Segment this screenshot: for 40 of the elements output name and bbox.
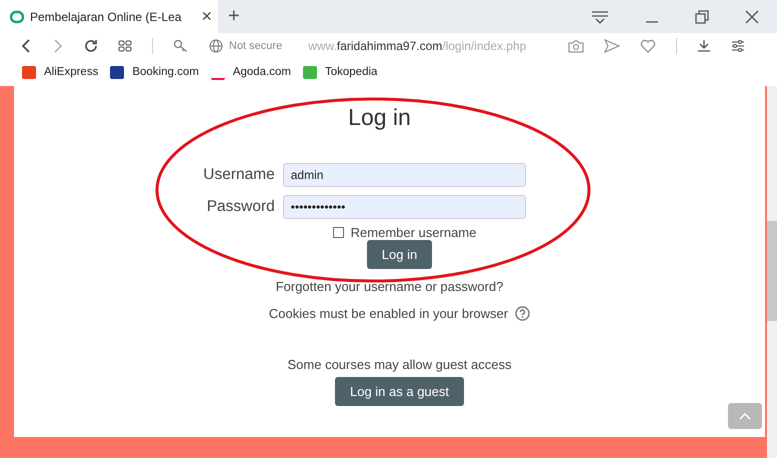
grid-icon[interactable] [118,40,132,52]
scrollbar-thumb[interactable] [767,221,777,321]
input-field[interactable]: ••••••••••••• [282,195,526,219]
reload-icon[interactable] [84,38,98,52]
scrollbar[interactable] [767,86,777,458]
address-field[interactable]: www.faridahimma97.com/login/index.php [308,38,526,52]
settings-icon[interactable] [731,38,745,52]
bookmark[interactable]: AliExpress [22,66,98,78]
new-tab-button[interactable]: + [228,5,240,28]
help-icon[interactable] [515,306,530,321]
send-icon[interactable] [604,38,620,52]
cookies-notice: Cookies must be enabled in your browser [268,306,508,321]
back-icon[interactable] [20,38,32,52]
bookmark[interactable]: Agoda.com [210,64,291,80]
bookmark[interactable]: Tokopedia [303,66,378,78]
remember-label: Remember username [350,225,476,240]
key-icon[interactable] [173,38,189,52]
guest-login-button[interactable]: Log in as a guest [334,377,464,406]
restore-icon[interactable] [695,10,709,24]
browser-logo-icon [10,10,24,24]
field-label: Password [206,198,275,216]
login-button[interactable]: Log in [366,240,432,269]
remember-checkbox[interactable] [332,227,344,238]
close-icon[interactable] [745,10,759,24]
login-heading: Log in [348,104,411,131]
heart-icon[interactable] [640,38,656,52]
chevron-up-icon [739,412,751,420]
download-icon[interactable] [697,38,711,52]
browser-tab[interactable]: Pembelajaran Online (E-Lea × [0,0,218,33]
guest-access-note: Some courses may allow guest access [288,357,512,372]
forgot-password-link[interactable]: Forgotten your username or password? [276,279,504,294]
input-field[interactable]: admin [282,163,526,187]
tab-list-icon[interactable] [591,10,609,24]
field-label: Username [203,166,275,184]
camera-icon[interactable] [568,38,584,52]
tab-title: Pembelajaran Online (E-Lea [30,10,182,24]
security-label: Not secure [229,40,282,52]
close-tab-button[interactable]: × [201,6,212,27]
globe-icon [209,38,223,52]
bookmark[interactable]: Booking.com [110,66,199,78]
